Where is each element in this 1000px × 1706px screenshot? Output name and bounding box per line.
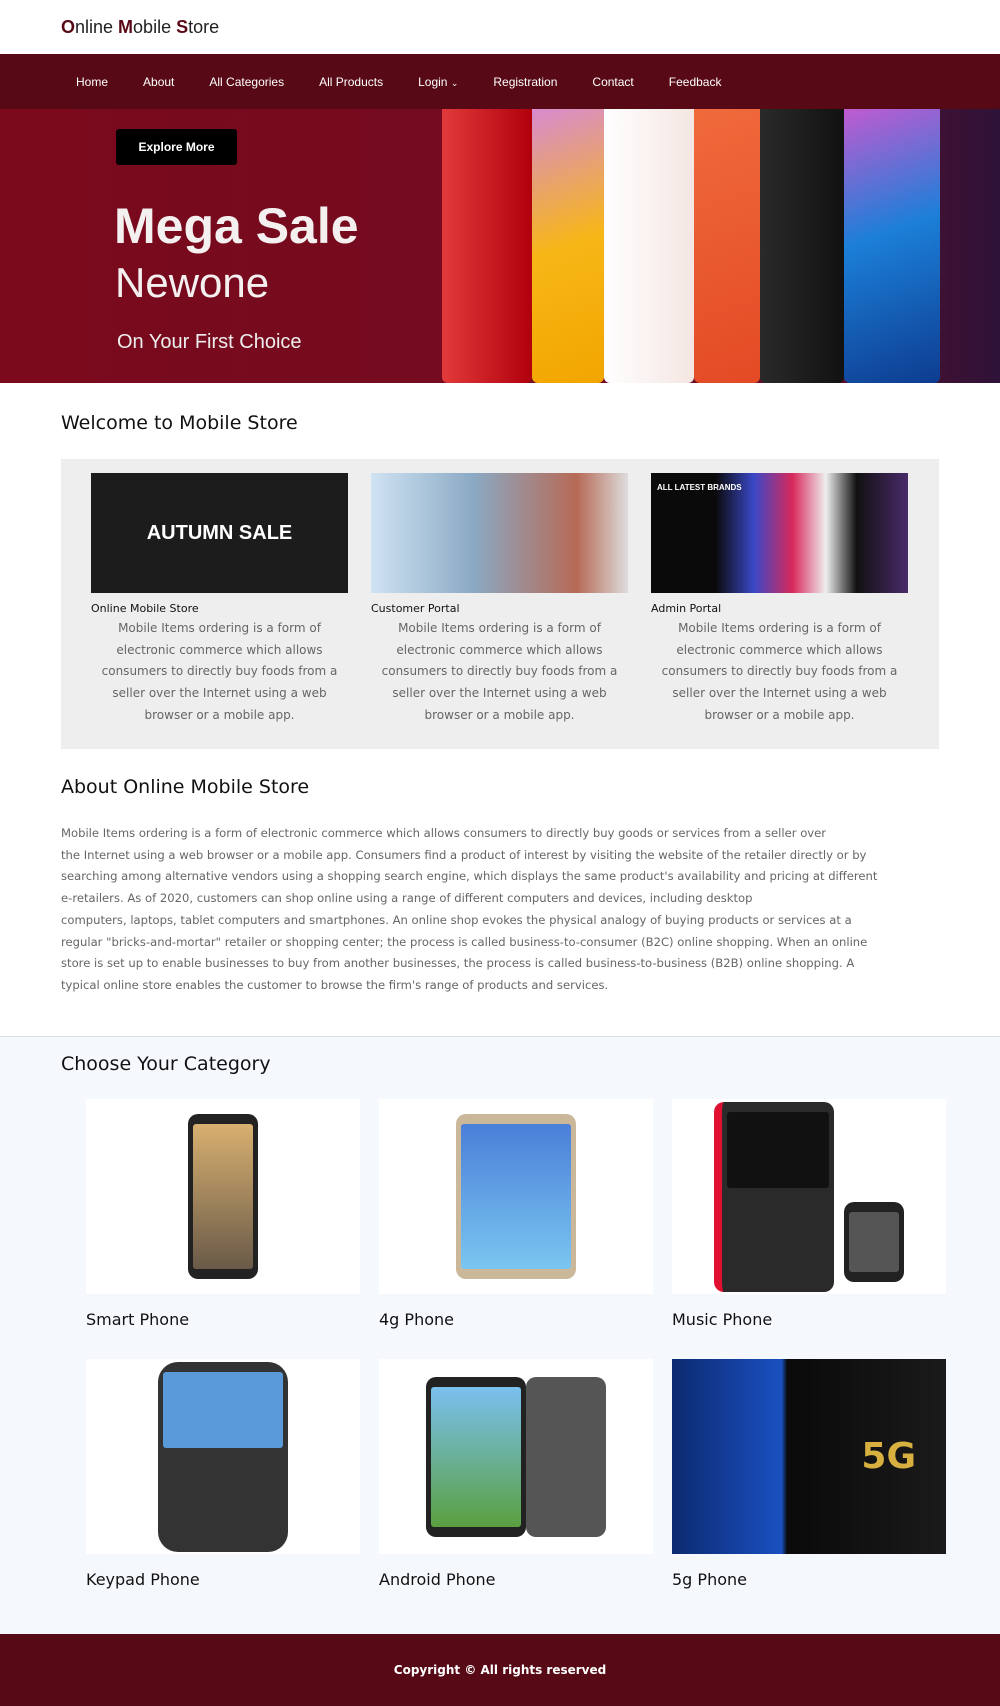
music-phone-image [672,1099,946,1294]
smart-phone-image [86,1099,360,1294]
card-customer-portal: Customer Portal Mobile Items ordering is… [371,473,628,727]
nav-all-categories[interactable]: All Categories [209,75,284,89]
welcome-panel: AUTUMN SALE Online Mobile Store Mobile I… [61,459,939,749]
card-text: Mobile Items ordering is a form of elect… [661,621,898,722]
hero-banner: Explore More Mega Sale Newone On Your Fi… [0,109,1000,383]
nav-registration[interactable]: Registration [493,75,557,89]
category-section: Choose Your Category Smart Phone 4g Phon… [0,1036,1000,1634]
4g-phone-image [379,1099,653,1294]
footer: Copyright © All rights reserved [0,1634,1000,1706]
category-heading: Choose Your Category [61,1053,271,1075]
5g-phone-image: 5G [672,1359,946,1554]
phone-black-image [760,109,844,383]
category-music-phone[interactable]: Music Phone [672,1099,946,1329]
nav-about[interactable]: About [143,75,174,89]
card-title[interactable]: Customer Portal [371,602,628,615]
about-heading: About Online Mobile Store [61,776,310,798]
autumn-sale-image: AUTUMN SALE [91,473,348,593]
phone-blue-image [844,109,940,383]
main-nav: Home About All Categories All Products L… [0,54,1000,109]
nav-all-products[interactable]: All Products [319,75,383,89]
explore-more-button[interactable]: Explore More [116,129,237,165]
hero-title: Mega Sale [114,198,359,254]
category-android-phone[interactable]: Android Phone [379,1359,653,1589]
phone-red-image [442,109,532,383]
site-brand[interactable]: Online Mobile Store [61,17,219,38]
card-title[interactable]: Online Mobile Store [91,602,348,615]
nav-home[interactable]: Home [76,75,108,89]
card-online-store: AUTUMN SALE Online Mobile Store Mobile I… [91,473,348,727]
about-text: Mobile Items ordering is a form of elect… [61,826,878,992]
copyright-text: Copyright © All rights reserved [393,1663,607,1677]
customer-phone-image [371,473,628,593]
category-5g-phone[interactable]: 5G 5g Phone [672,1359,946,1589]
phone-yellow-image [532,109,604,383]
keypad-phone-image [86,1359,360,1554]
category-smart-phone[interactable]: Smart Phone [86,1099,360,1329]
hero-tagline: On Your First Choice [117,331,302,353]
welcome-heading: Welcome to Mobile Store [61,412,298,434]
card-text: Mobile Items ordering is a form of elect… [381,621,618,722]
nav-login[interactable]: Login ⌄ [418,75,458,89]
nav-feedback[interactable]: Feedback [669,75,722,89]
phone-white-image [604,109,694,383]
card-text: Mobile Items ordering is a form of elect… [101,621,338,722]
card-admin-portal: ALL LATEST BRANDS Admin Portal Mobile It… [651,473,908,727]
category-4g-phone[interactable]: 4g Phone [379,1099,653,1329]
android-phone-image [379,1359,653,1554]
category-keypad-phone[interactable]: Keypad Phone [86,1359,360,1589]
chevron-down-icon: ⌄ [450,77,459,88]
card-title[interactable]: Admin Portal [651,602,908,615]
hero-subtitle: Newone [115,259,270,306]
nav-contact[interactable]: Contact [592,75,633,89]
latest-brands-image: ALL LATEST BRANDS [651,473,908,593]
phone-coral-image [694,109,760,383]
